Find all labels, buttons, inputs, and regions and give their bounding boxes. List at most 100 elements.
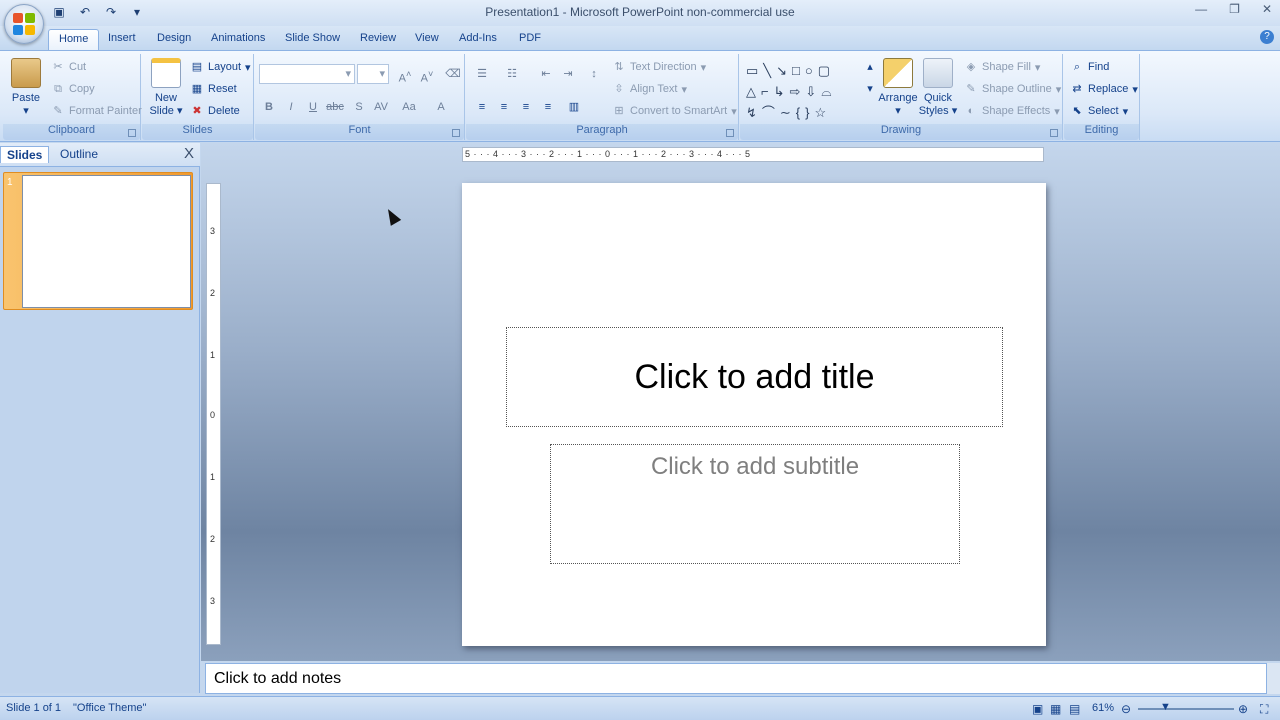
ruler-label: 0	[210, 410, 216, 420]
tab-home[interactable]: Home	[48, 29, 100, 50]
align-center-icon[interactable]: ≡	[494, 98, 514, 116]
find-button[interactable]: ⌕ Find	[1070, 60, 1110, 74]
replace-button[interactable]: ⇄ Replace ▾	[1070, 82, 1138, 96]
line-spacing-icon[interactable]: ↕	[584, 65, 604, 83]
group-label: Paragraph	[466, 124, 738, 140]
grow-font-icon[interactable]: A˄	[395, 65, 415, 85]
tab-slide-show[interactable]: Slide Show	[275, 29, 350, 50]
format-painter-button[interactable]: ✎ Format Painter	[51, 104, 141, 118]
shadow-icon[interactable]: S	[349, 98, 369, 116]
align-left-icon[interactable]: ≡	[472, 98, 492, 116]
char-spacing-icon[interactable]: AV	[371, 98, 391, 116]
bullets-icon[interactable]: ☰	[472, 65, 492, 83]
zoom-out-icon[interactable]: ⊖	[1121, 702, 1131, 716]
copy-button[interactable]: ⧉ Copy	[51, 82, 95, 96]
notes-pane[interactable]: Click to add notes	[205, 663, 1267, 694]
reset-button[interactable]: ▦ Reset	[190, 82, 237, 96]
decrease-indent-icon[interactable]: ⇤	[536, 65, 556, 83]
clear-formatting-icon[interactable]: ⌫	[443, 65, 463, 83]
new-slide-dropdown-icon: ▾	[177, 105, 183, 117]
tab-review[interactable]: Review	[350, 29, 406, 50]
select-button[interactable]: ⬉ Select ▾	[1070, 104, 1128, 118]
shapes-gallery[interactable]: ▭╲↘□○▢ △⌐↳⇨⇩⌓ ↯⌒∼{}☆	[746, 60, 876, 120]
align-right-icon[interactable]: ≡	[516, 98, 536, 116]
slide-thumbnail[interactable]	[22, 175, 191, 308]
customize-icon[interactable]: ▾	[128, 5, 146, 19]
slide-sorter-icon[interactable]: ▦	[1050, 702, 1061, 716]
close-icon[interactable]: ✕	[1262, 2, 1272, 16]
minimize-icon[interactable]: —	[1195, 2, 1207, 16]
zoom-level[interactable]: 61%	[1092, 702, 1114, 714]
save-icon[interactable]: ▣	[50, 5, 68, 19]
font-group: ▾ ▾ A˄ A˅ ⌫ B I U abc S AV Aa A Font	[255, 54, 465, 140]
numbering-icon[interactable]: ☷	[502, 65, 522, 83]
group-label: Editing	[1064, 124, 1139, 140]
tab-design[interactable]: Design	[147, 29, 201, 50]
copy-icon: ⧉	[54, 83, 62, 95]
change-case-icon[interactable]: Aa	[399, 98, 419, 116]
office-button[interactable]	[4, 4, 44, 44]
notes-scrollbar[interactable]	[1267, 663, 1280, 694]
convert-smartart-button[interactable]: ⊞ Convert to SmartArt ▾	[612, 104, 736, 118]
slide-thumbnail-selected[interactable]: 1	[3, 172, 193, 310]
subtitle-placeholder[interactable]: Click to add subtitle	[550, 444, 960, 564]
help-icon[interactable]: ?	[1260, 30, 1274, 44]
normal-view-icon[interactable]: ▣	[1032, 702, 1043, 716]
cut-button[interactable]: ✂ Cut	[51, 60, 86, 74]
align-text-button[interactable]: ⇳ Align Text ▾	[612, 82, 687, 96]
tab-add-ins[interactable]: Add-Ins	[449, 29, 507, 50]
shape-effects-button[interactable]: ◐ Shape Effects ▾	[964, 104, 1060, 118]
horizontal-ruler: 5 · · · 4 · · · 3 · · · 2 · · · 1 · · · …	[462, 147, 1044, 162]
dialog-launcher-icon[interactable]	[452, 129, 460, 137]
dialog-launcher-icon[interactable]	[1050, 129, 1058, 137]
zoom-slider[interactable]	[1138, 708, 1234, 710]
layout-icon: ▤	[191, 61, 203, 73]
dialog-launcher-icon[interactable]	[128, 129, 136, 137]
delete-icon: ✖	[192, 105, 202, 117]
layout-button[interactable]: ▤ Layout ▾	[190, 60, 251, 74]
redo-icon[interactable]: ↷	[102, 5, 120, 19]
tab-pdf[interactable]: PDF	[509, 29, 551, 50]
strikethrough-icon[interactable]: abc	[325, 98, 345, 116]
new-slide-button[interactable]: New Slide ▾	[146, 58, 186, 118]
shrink-font-icon[interactable]: A˅	[417, 65, 437, 85]
title-placeholder[interactable]: Click to add title	[506, 327, 1003, 427]
increase-indent-icon[interactable]: ⇥	[558, 65, 578, 83]
font-color-icon[interactable]: A	[431, 98, 451, 116]
columns-icon[interactable]: ▥	[564, 98, 584, 116]
close-panel-icon[interactable]: X	[184, 145, 194, 162]
justify-icon[interactable]: ≡	[538, 98, 558, 116]
ruler-label: 1	[210, 472, 216, 482]
text-direction-button[interactable]: ⇅ Text Direction ▾	[612, 60, 706, 74]
fit-to-window-icon[interactable]: ⛶	[1260, 702, 1268, 717]
zoom-in-icon[interactable]: ⊕	[1238, 702, 1248, 716]
paste-button[interactable]: Paste ▾	[7, 58, 45, 118]
shape-outline-button[interactable]: ✎ Shape Outline ▾	[964, 82, 1061, 96]
restore-icon[interactable]: ❐	[1229, 2, 1240, 16]
new-slide-icon	[151, 58, 181, 88]
arrange-button[interactable]: Arrange ▾	[878, 58, 918, 118]
slide-show-icon[interactable]: ▤	[1069, 702, 1080, 716]
quick-styles-button[interactable]: Quick Styles ▾	[918, 58, 958, 118]
tab-insert[interactable]: Insert	[98, 29, 146, 50]
italic-icon[interactable]: I	[281, 98, 301, 116]
shape-fill-button[interactable]: ◈ Shape Fill ▾	[964, 60, 1041, 74]
delete-button[interactable]: ✖ Delete	[190, 104, 239, 118]
dialog-launcher-icon[interactable]	[726, 129, 734, 137]
bold-icon[interactable]: B	[259, 98, 279, 116]
ruler-label: 2	[210, 288, 216, 298]
underline-icon[interactable]: U	[303, 98, 323, 116]
paint-bucket-icon: ◈	[966, 61, 976, 73]
undo-icon[interactable]: ↶	[76, 5, 94, 19]
gallery-up-icon[interactable]: ▴	[860, 58, 880, 76]
tab-view[interactable]: View	[405, 29, 449, 50]
tab-outline[interactable]: Outline	[54, 146, 104, 162]
slide-canvas[interactable]: Click to add title Click to add subtitle	[462, 183, 1046, 646]
font-name-combo[interactable]: ▾	[259, 64, 355, 84]
gallery-down-icon[interactable]: ▾	[860, 80, 880, 98]
tab-animations[interactable]: Animations	[201, 29, 275, 50]
font-size-combo[interactable]: ▾	[357, 64, 389, 84]
panel-tabs: Slides Outline X	[0, 143, 200, 167]
tab-slides[interactable]: Slides	[0, 146, 50, 163]
zoom-slider-thumb[interactable]: ▼	[1160, 701, 1171, 713]
